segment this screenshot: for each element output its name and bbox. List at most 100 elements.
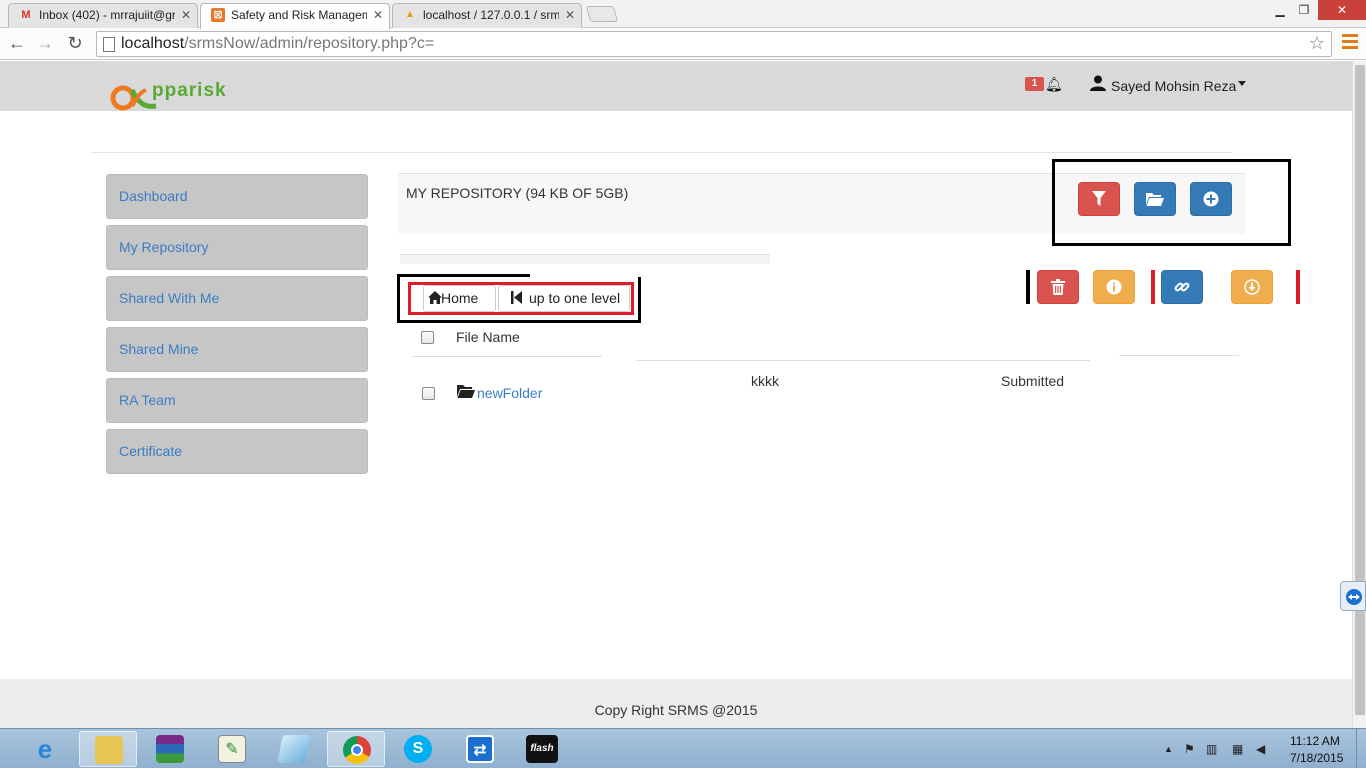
snipping-tool-icon [277, 735, 311, 763]
phpmyadmin-icon: ▲ [405, 9, 415, 20]
teamviewer-icon: ⇄ [466, 735, 494, 763]
notepad-icon: ✎ [218, 735, 246, 763]
logo-text: pparisk [152, 80, 227, 101]
user-icon [1090, 75, 1106, 91]
delete-button[interactable] [1037, 270, 1079, 304]
tab-title: Inbox (402) - mrrajuiit@gr [39, 8, 175, 22]
sidebar-item-shared-with-me[interactable]: Shared With Me [106, 276, 368, 321]
clock-date[interactable]: 7/18/2015 [1290, 751, 1343, 765]
taskbar-chrome[interactable] [327, 731, 385, 767]
up-one-level-button[interactable]: up to one level [498, 285, 630, 312]
info-button[interactable] [1093, 270, 1135, 304]
action-center-icon[interactable]: ⚑ [1184, 742, 1195, 756]
taskbar-notepad-plus[interactable]: ✎ [203, 731, 261, 767]
taskbar-internet-explorer[interactable]: e [16, 731, 74, 767]
address-bar[interactable]: localhost/srmsNow/admin/repository.php?c… [96, 31, 1332, 57]
tab-title: localhost / 127.0.0.1 / srm [423, 8, 559, 22]
row-checkbox[interactable] [422, 387, 435, 400]
close-icon[interactable]: ✕ [565, 4, 575, 26]
add-button[interactable] [1190, 182, 1232, 216]
reload-icon[interactable]: ↻ [64, 32, 86, 54]
restore-icon[interactable]: ❐ [1294, 0, 1314, 20]
tab-title: Safety and Risk Managem [231, 8, 367, 22]
site-header: pparisk 1 🔔︎ Sayed Mohsin Reza [0, 61, 1352, 111]
notification-badge[interactable]: 1 [1025, 77, 1044, 91]
step-backward-icon [511, 291, 522, 304]
browser-tab-gmail[interactable]: M Inbox (402) - mrrajuiit@gr ✕ [8, 3, 198, 28]
taskbar-teamviewer[interactable]: ⇄ [451, 731, 509, 767]
link-icon [1174, 282, 1190, 292]
folder-open-icon [457, 385, 475, 398]
close-icon[interactable]: ✕ [181, 4, 191, 26]
browser-tab-strip: M Inbox (402) - mrrajuiit@gr ✕ ⊠ Safety … [0, 0, 1366, 29]
bookmark-star-icon[interactable]: ☆ [1309, 33, 1325, 54]
annotation-marker-red [1151, 270, 1155, 304]
skype-icon: S [404, 735, 432, 763]
volume-icon[interactable]: ◀ [1256, 742, 1265, 756]
url-path: /srmsNow/admin/repository.php?c= [184, 35, 435, 52]
browser-menu-icon[interactable] [1342, 34, 1358, 52]
clock-time[interactable]: 11:12 AM [1290, 734, 1340, 748]
annotation-notch [530, 271, 645, 277]
sidebar-item-shared-mine[interactable]: Shared Mine [106, 327, 368, 372]
footer-text: Copy Right SRMS @2015 [594, 702, 758, 718]
new-tab-button[interactable] [585, 6, 619, 22]
taskbar-flash[interactable]: flash [513, 731, 571, 767]
bell-icon[interactable]: 🔔︎ [1045, 76, 1063, 93]
repository-title: MY REPOSITORY (94 KB OF 5GB) [406, 185, 629, 201]
open-folder-button[interactable] [1134, 182, 1176, 216]
user-menu-toggle[interactable]: Sayed Mohsin Reza [1111, 78, 1236, 94]
browser-tab-srms[interactable]: ⊠ Safety and Risk Managem ✕ [200, 3, 390, 29]
sidebar-item-certificate[interactable]: Certificate [106, 429, 368, 474]
sidebar-item-my-repository[interactable]: My Repository [106, 225, 368, 270]
flash-icon: flash [526, 735, 558, 763]
folder-open-icon [1146, 193, 1164, 206]
info-circle-icon [1106, 279, 1122, 295]
annotation-marker-black [1026, 270, 1030, 304]
table-rule [636, 360, 1090, 361]
window-close-icon[interactable]: ✕ [1318, 0, 1366, 20]
taskbar-winrar[interactable] [141, 731, 199, 767]
network-icon[interactable]: ▦ [1232, 742, 1243, 756]
filter-icon [1092, 191, 1106, 206]
column-header-file-name[interactable]: File Name [456, 329, 520, 345]
status-cell: Submitted [1001, 373, 1065, 389]
plus-circle-icon [1203, 191, 1219, 207]
download-button[interactable] [1231, 270, 1273, 304]
table-rule [1119, 355, 1239, 356]
internet-explorer-icon: e [37, 734, 53, 764]
scrollbar-thumb[interactable] [1355, 65, 1365, 715]
device-icon[interactable]: ▥ [1206, 742, 1217, 756]
download-circle-icon [1244, 279, 1260, 295]
browser-tab-phpmyadmin[interactable]: ▲ localhost / 127.0.0.1 / srm ✕ [392, 3, 582, 28]
windows-taskbar: e ✎ S ⇄ flash ▲ ⚑ ▥ ▦ ◀ 11:12 AM 7/18/20… [0, 728, 1366, 768]
url-text[interactable]: localhost/srmsNow/admin/repository.php?c… [121, 35, 434, 53]
teamviewer-side-tab[interactable] [1340, 581, 1366, 611]
select-all-checkbox[interactable] [421, 331, 434, 344]
share-link-button[interactable] [1161, 270, 1203, 304]
page-scrollbar[interactable] [1352, 61, 1366, 728]
table-cell: kkkk [751, 373, 779, 389]
filter-button[interactable] [1078, 182, 1120, 216]
taskbar-file-explorer[interactable] [79, 731, 137, 767]
annotation-marker-red [1296, 270, 1300, 304]
caret-down-icon[interactable] [1238, 81, 1246, 86]
home-icon [428, 291, 442, 304]
sidebar-item-dashboard[interactable]: Dashboard [106, 174, 368, 219]
section-divider [400, 254, 770, 264]
page-viewport: pparisk 1 🔔︎ Sayed Mohsin Reza Dashboard… [0, 61, 1352, 728]
taskbar-snipping-tool[interactable] [265, 731, 323, 767]
url-host: localhost [121, 35, 185, 52]
show-hidden-icons-icon[interactable]: ▲ [1164, 744, 1173, 754]
close-icon[interactable]: ✕ [373, 4, 383, 26]
site-icon: ⊠ [211, 8, 225, 22]
sidebar-item-ra-team[interactable]: RA Team [106, 378, 368, 423]
table-rule [413, 356, 602, 357]
home-button[interactable]: Home [423, 285, 496, 312]
forward-arrow-icon[interactable]: → [34, 32, 56, 54]
back-arrow-icon[interactable]: ← [6, 32, 28, 54]
show-desktop-button[interactable] [1356, 729, 1366, 768]
folder-link[interactable]: newFolder [477, 385, 542, 401]
minimize-icon[interactable]: ▁ [1270, 0, 1290, 20]
taskbar-skype[interactable]: S [389, 731, 447, 767]
